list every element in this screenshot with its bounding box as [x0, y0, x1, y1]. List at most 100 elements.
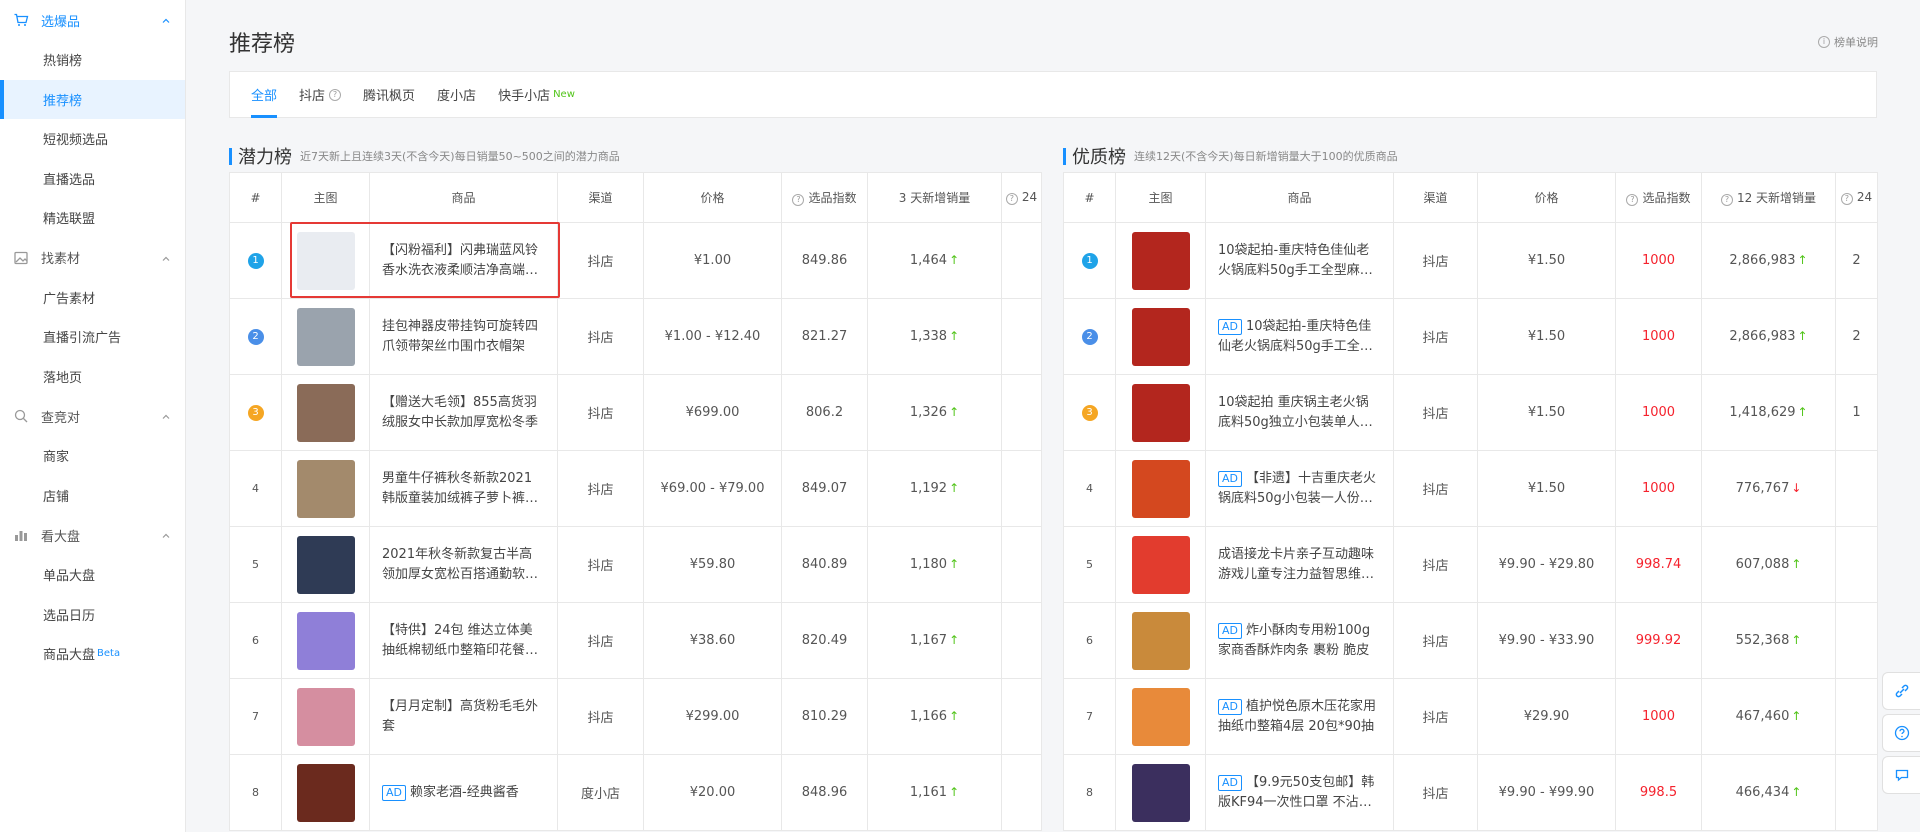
column-header[interactable]: 主图: [281, 172, 370, 223]
column-header[interactable]: ? 24: [1001, 172, 1042, 223]
tab-1[interactable]: 抖店 ?: [299, 72, 342, 118]
product-thumbnail[interactable]: [1131, 687, 1190, 746]
sidebar-item-3-0[interactable]: 单品大盘: [0, 555, 185, 595]
product-cell[interactable]: AD 植护悦色原木压花家用抽纸巾整箱4层 20包*90抽: [1205, 678, 1394, 755]
sidebar-group-1[interactable]: 找素材: [0, 238, 185, 278]
product-cell[interactable]: 10袋起拍 重庆锅主老火锅底料50g独立小包装单人份麻辣: [1205, 374, 1394, 451]
product-thumbnail[interactable]: [296, 307, 355, 366]
sidebar-item-1-2[interactable]: 落地页: [0, 357, 185, 397]
extra-cell: [1835, 754, 1878, 831]
product-cell[interactable]: AD 赖家老酒-经典酱香: [369, 754, 558, 831]
sidebar-item-3-1[interactable]: 选品日历: [0, 595, 185, 635]
sales-cell: 1,464 ↑: [867, 222, 1002, 299]
extra-cell: [1001, 526, 1042, 603]
product-thumbnail[interactable]: [1131, 535, 1190, 594]
column-header[interactable]: ? 选品指数: [781, 172, 868, 223]
info-icon: ?: [792, 194, 805, 206]
table-row[interactable]: 3 【赠送大毛领】855高货羽绒服女中长款加厚宽松冬季 抖店 ¥699.00 8…: [229, 374, 1042, 451]
sidebar-item-0-1[interactable]: 推荐榜: [0, 79, 185, 119]
tab-4[interactable]: 快手小店 New: [498, 72, 575, 118]
price-cell: ¥1.00: [643, 222, 782, 299]
table-row[interactable]: 2 AD10袋起拍-重庆特色佳仙老火锅底料50g手工全型麻辣 抖店 ¥1.50 …: [1063, 298, 1878, 375]
table-row[interactable]: 3 10袋起拍 重庆锅主老火锅底料50g独立小包装单人份麻辣 抖店 ¥1.50 …: [1063, 374, 1878, 451]
product-thumbnail[interactable]: [1131, 763, 1190, 822]
column-header[interactable]: #: [1063, 172, 1116, 223]
product-cell[interactable]: 2021年秋冬新款复古半高领加厚女宽松百搭通勤软糯毛衣: [369, 526, 558, 603]
product-cell[interactable]: 成语接龙卡片亲子互动趣味游戏儿童专注力益智思维训练: [1205, 526, 1394, 603]
column-header[interactable]: ? 12 天新增销量: [1701, 172, 1836, 223]
sidebar-item-0-4[interactable]: 精选联盟: [0, 198, 185, 238]
table-row[interactable]: 2 挂包神器皮带挂钩可旋转四爪领带架丝巾围巾衣帽架 抖店 ¥1.00 - ¥12…: [229, 298, 1042, 375]
column-header[interactable]: 商品: [1205, 172, 1394, 223]
column-header[interactable]: 3 天新增销量: [867, 172, 1002, 223]
column-header[interactable]: ? 选品指数: [1615, 172, 1702, 223]
chat-tool-button[interactable]: [1882, 756, 1920, 794]
column-header[interactable]: #: [229, 172, 282, 223]
channel-cell: 抖店: [1393, 602, 1478, 679]
product-cell[interactable]: 挂包神器皮带挂钩可旋转四爪领带架丝巾围巾衣帽架: [369, 298, 558, 375]
product-cell[interactable]: 【月月定制】高货粉毛毛外套: [369, 678, 558, 755]
table-row[interactable]: 8 AD 赖家老酒-经典酱香 度小店 ¥20.00 848.96 1,161 ↑: [229, 754, 1042, 831]
product-thumbnail[interactable]: [296, 459, 355, 518]
table-row[interactable]: 6 AD 炸小酥肉专用粉100g家商香酥炸肉条 裹粉 脆皮 抖店 ¥9.90 - …: [1063, 602, 1878, 679]
sidebar-item-1-1[interactable]: 直播引流广告: [0, 317, 185, 357]
table-row[interactable]: 6 【特供】24包 维达立体美抽纸棉韧纸巾整箱印花餐巾纸 抖店 ¥38.60 8…: [229, 602, 1042, 679]
table-row[interactable]: 4 AD【非遗】十吉重庆老火锅底料50g小包装一人份麻辣 抖店 ¥1.50 10…: [1063, 450, 1878, 527]
table-row[interactable]: 7 AD 植护悦色原木压花家用抽纸巾整箱4层 20包*90抽 抖店 ¥29.90 …: [1063, 678, 1878, 755]
column-header[interactable]: 价格: [1477, 172, 1616, 223]
product-thumbnail[interactable]: [1131, 307, 1190, 366]
product-thumbnail[interactable]: [296, 687, 355, 746]
product-cell[interactable]: AD【9.9元50支包邮】韩版KF94一次性口罩 不沾口红: [1205, 754, 1394, 831]
product-cell[interactable]: 【闪粉福利】闪弗瑞蓝风铃香水洗衣液柔顺洁净高端留香: [369, 222, 558, 299]
table-row[interactable]: 5 成语接龙卡片亲子互动趣味游戏儿童专注力益智思维训练 抖店 ¥9.90 - ¥…: [1063, 526, 1878, 603]
table-row[interactable]: 4 男童牛仔裤秋冬新款2021韩版童装加绒裤子萝卜裤中大童 抖店 ¥69.00 …: [229, 450, 1042, 527]
chevron-up-icon: [161, 253, 171, 263]
rank-help-link[interactable]: i 榜单说明: [1818, 34, 1878, 50]
trend-down-icon: ↓: [1791, 481, 1802, 495]
product-cell[interactable]: AD【非遗】十吉重庆老火锅底料50g小包装一人份麻辣: [1205, 450, 1394, 527]
table-row[interactable]: 1 【闪粉福利】闪弗瑞蓝风铃香水洗衣液柔顺洁净高端留香 抖店 ¥1.00 849…: [229, 222, 1042, 299]
column-header[interactable]: 渠道: [1393, 172, 1478, 223]
tab-2[interactable]: 腾讯枫页: [363, 72, 415, 118]
column-header[interactable]: 渠道: [557, 172, 644, 223]
table-row[interactable]: 1 10袋起拍-重庆特色佳仙老火锅底料50g手工全型麻辣烫 抖店 ¥1.50 1…: [1063, 222, 1878, 299]
product-thumbnail[interactable]: [296, 611, 355, 670]
product-thumbnail[interactable]: [1131, 459, 1190, 518]
link-tool-button[interactable]: [1882, 672, 1920, 710]
product-cell[interactable]: 【特供】24包 维达立体美抽纸棉韧纸巾整箱印花餐巾纸: [369, 602, 558, 679]
table-row[interactable]: 7 【月月定制】高货粉毛毛外套 抖店 ¥299.00 810.29 1,166 ↑: [229, 678, 1042, 755]
product-thumbnail[interactable]: [296, 231, 355, 290]
table-row[interactable]: 8 AD【9.9元50支包邮】韩版KF94一次性口罩 不沾口红 抖店 ¥9.90…: [1063, 754, 1878, 831]
sidebar-item-3-2[interactable]: 商品大盘 Beta: [0, 634, 185, 674]
product-cell[interactable]: 【赠送大毛领】855高货羽绒服女中长款加厚宽松冬季: [369, 374, 558, 451]
help-tool-button[interactable]: [1882, 714, 1920, 752]
column-header[interactable]: ? 24: [1835, 172, 1878, 223]
sidebar-item-1-0[interactable]: 广告素材: [0, 278, 185, 318]
product-thumbnail[interactable]: [1131, 611, 1190, 670]
sidebar-group-3[interactable]: 看大盘: [0, 515, 185, 555]
sidebar-item-0-0[interactable]: 热销榜: [0, 40, 185, 80]
product-thumbnail[interactable]: [1131, 383, 1190, 442]
column-header[interactable]: 价格: [643, 172, 782, 223]
table-row[interactable]: 5 2021年秋冬新款复古半高领加厚女宽松百搭通勤软糯毛衣 抖店 ¥59.80 …: [229, 526, 1042, 603]
sidebar-item-2-1[interactable]: 店铺: [0, 476, 185, 516]
product-cell[interactable]: 男童牛仔裤秋冬新款2021韩版童装加绒裤子萝卜裤中大童: [369, 450, 558, 527]
product-thumbnail[interactable]: [296, 383, 355, 442]
sidebar-group-0[interactable]: 选爆品: [0, 0, 185, 40]
product-cell[interactable]: AD10袋起拍-重庆特色佳仙老火锅底料50g手工全型麻辣: [1205, 298, 1394, 375]
product-cell[interactable]: AD 炸小酥肉专用粉100g家商香酥炸肉条 裹粉 脆皮: [1205, 602, 1394, 679]
tab-0[interactable]: 全部: [251, 72, 278, 118]
sidebar-item-2-0[interactable]: 商家: [0, 436, 185, 476]
price-cell: ¥9.90 - ¥33.90: [1477, 602, 1616, 679]
sidebar-item-0-2[interactable]: 短视频选品: [0, 119, 185, 159]
sidebar-item-0-3[interactable]: 直播选品: [0, 159, 185, 199]
product-cell[interactable]: 10袋起拍-重庆特色佳仙老火锅底料50g手工全型麻辣烫: [1205, 222, 1394, 299]
tab-3[interactable]: 度小店: [437, 72, 476, 118]
product-thumbnail[interactable]: [1131, 231, 1190, 290]
column-header[interactable]: 商品: [369, 172, 558, 223]
sidebar-group-2[interactable]: 查竞对: [0, 396, 185, 436]
chevron-up-icon: [161, 530, 171, 540]
product-thumbnail[interactable]: [296, 763, 355, 822]
product-thumbnail[interactable]: [296, 535, 355, 594]
column-header[interactable]: 主图: [1115, 172, 1206, 223]
